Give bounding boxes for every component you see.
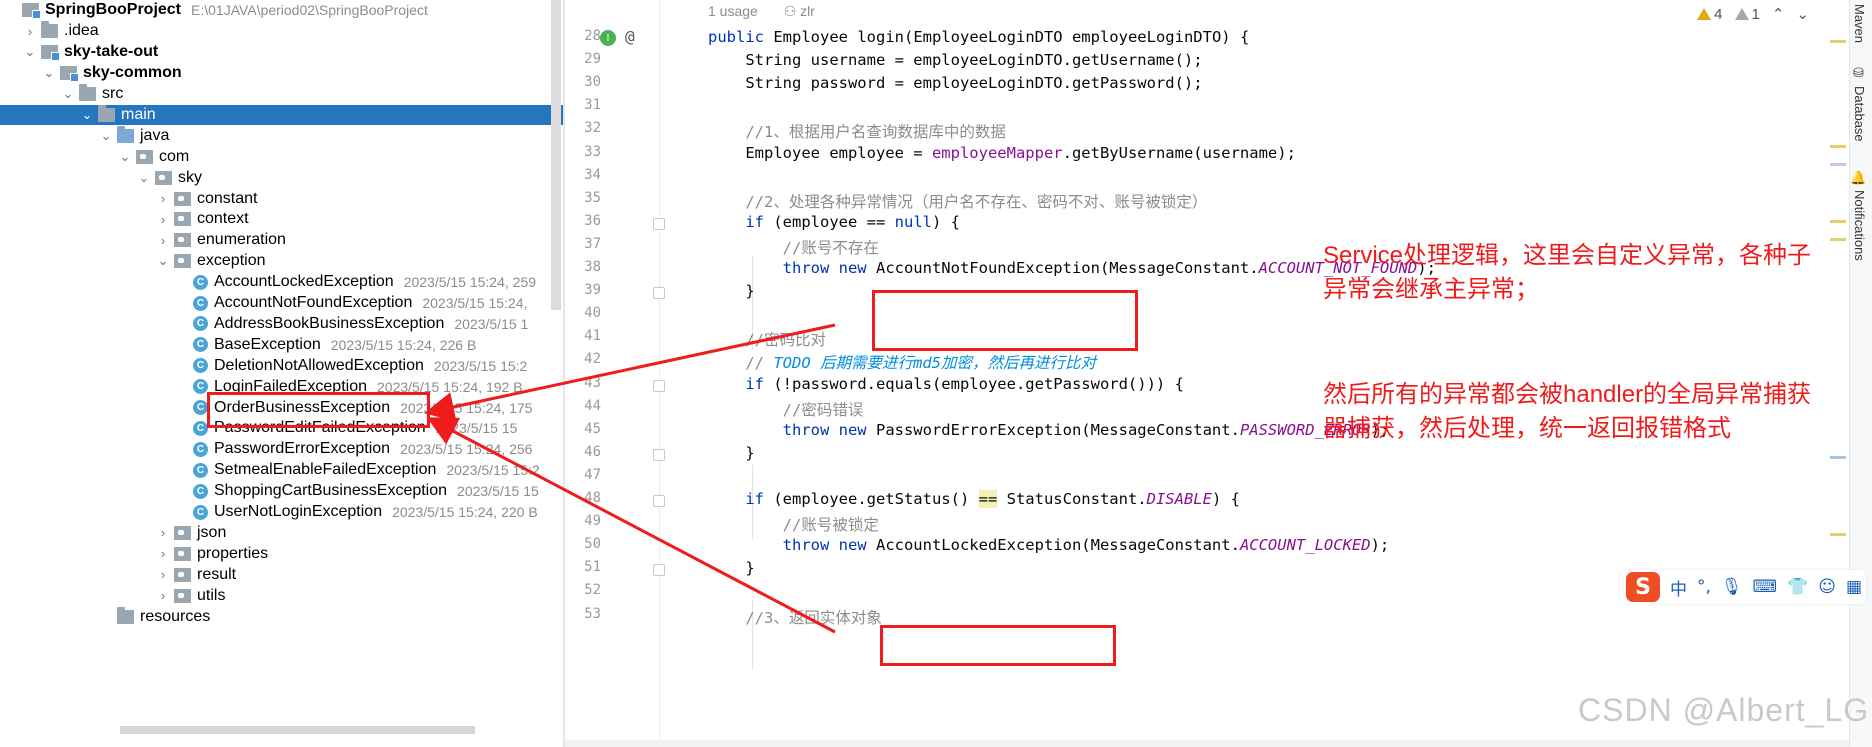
arrow-to-baseexception-1 — [424, 323, 836, 422]
ime-language[interactable]: 中 — [1670, 575, 1687, 600]
annotation-arrows — [424, 323, 836, 634]
arrow-to-baseexception-2 — [426, 417, 836, 634]
ime-punctuation[interactable]: °, — [1697, 577, 1711, 597]
keyboard-icon[interactable]: ⌨ — [1753, 577, 1778, 597]
ime-toolbar[interactable]: S 中 °, 🎙 ⌨ 👕 ☺ ▦ — [1620, 570, 1866, 604]
sogou-logo-icon[interactable]: S — [1626, 572, 1660, 602]
apps-icon[interactable]: ▦ — [1846, 577, 1862, 597]
emoji-icon[interactable]: ☺ — [1818, 577, 1836, 597]
watermark: CSDN @Albert_LG — [1578, 692, 1870, 728]
mic-icon[interactable]: 🎙 — [1721, 577, 1743, 597]
skin-icon[interactable]: 👕 — [1787, 577, 1808, 597]
